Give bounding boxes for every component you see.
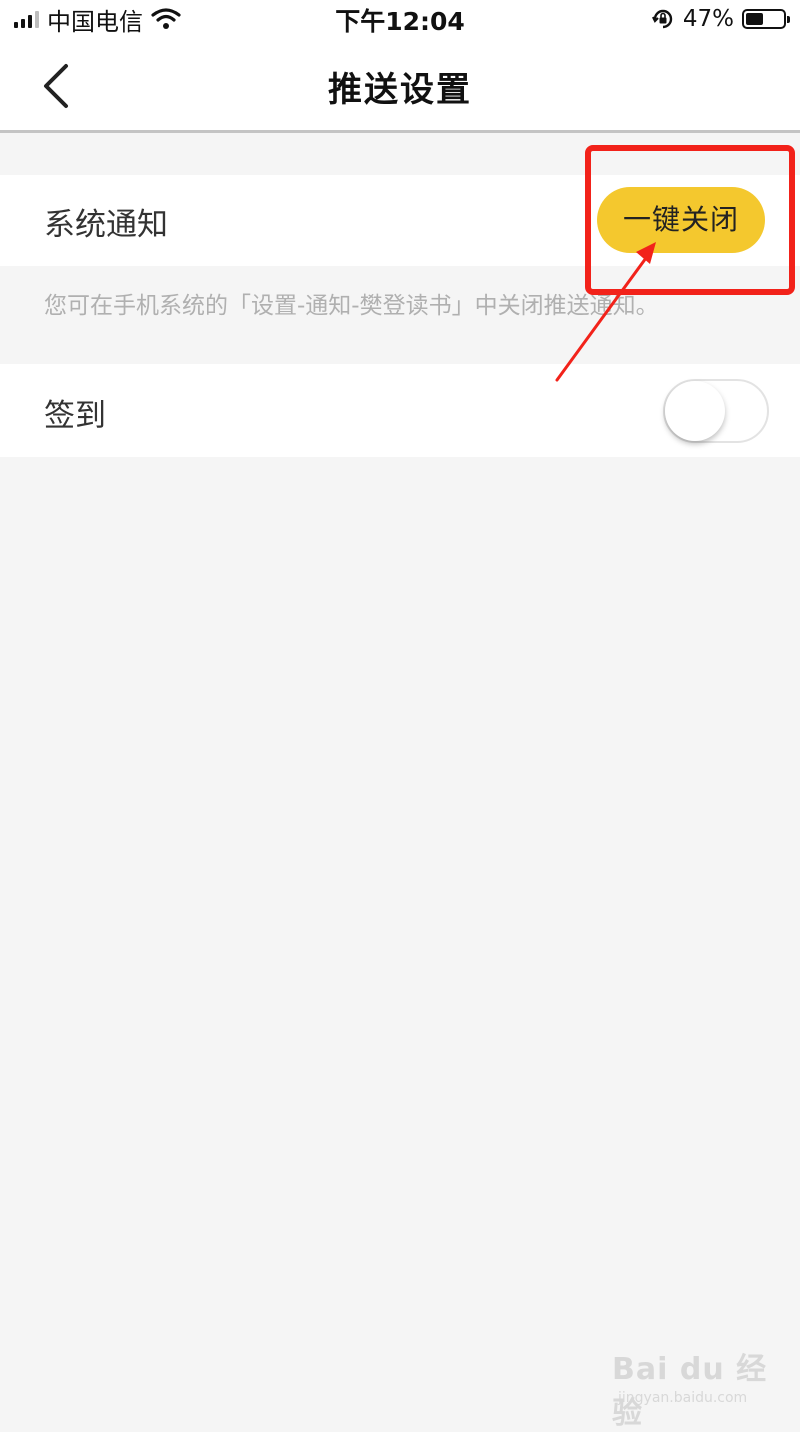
navigation-bar: 推送设置 (0, 38, 800, 133)
status-right: 47% (651, 4, 790, 34)
signin-toggle[interactable] (663, 379, 769, 443)
watermark-url: jingyan.baidu.com (618, 1390, 748, 1406)
status-bar: 中国电信 下午12:04 47% (0, 0, 800, 38)
signin-row: 签到 (0, 364, 800, 457)
system-notice-label: 系统通知 (44, 207, 168, 243)
annotation-arrow-icon (555, 242, 656, 382)
toggle-knob (665, 381, 725, 441)
orientation-lock-icon (651, 9, 673, 29)
baidu-watermark: Bai du 经验 jingyan.baidu.com (612, 1344, 772, 1431)
page-title: 推送设置 (328, 70, 472, 110)
battery-percent: 47% (682, 6, 734, 32)
battery-fill (746, 13, 763, 25)
signin-label: 签到 (44, 398, 106, 434)
watermark-text: Bai du 经验 (612, 1352, 768, 1431)
battery-icon (742, 9, 790, 29)
